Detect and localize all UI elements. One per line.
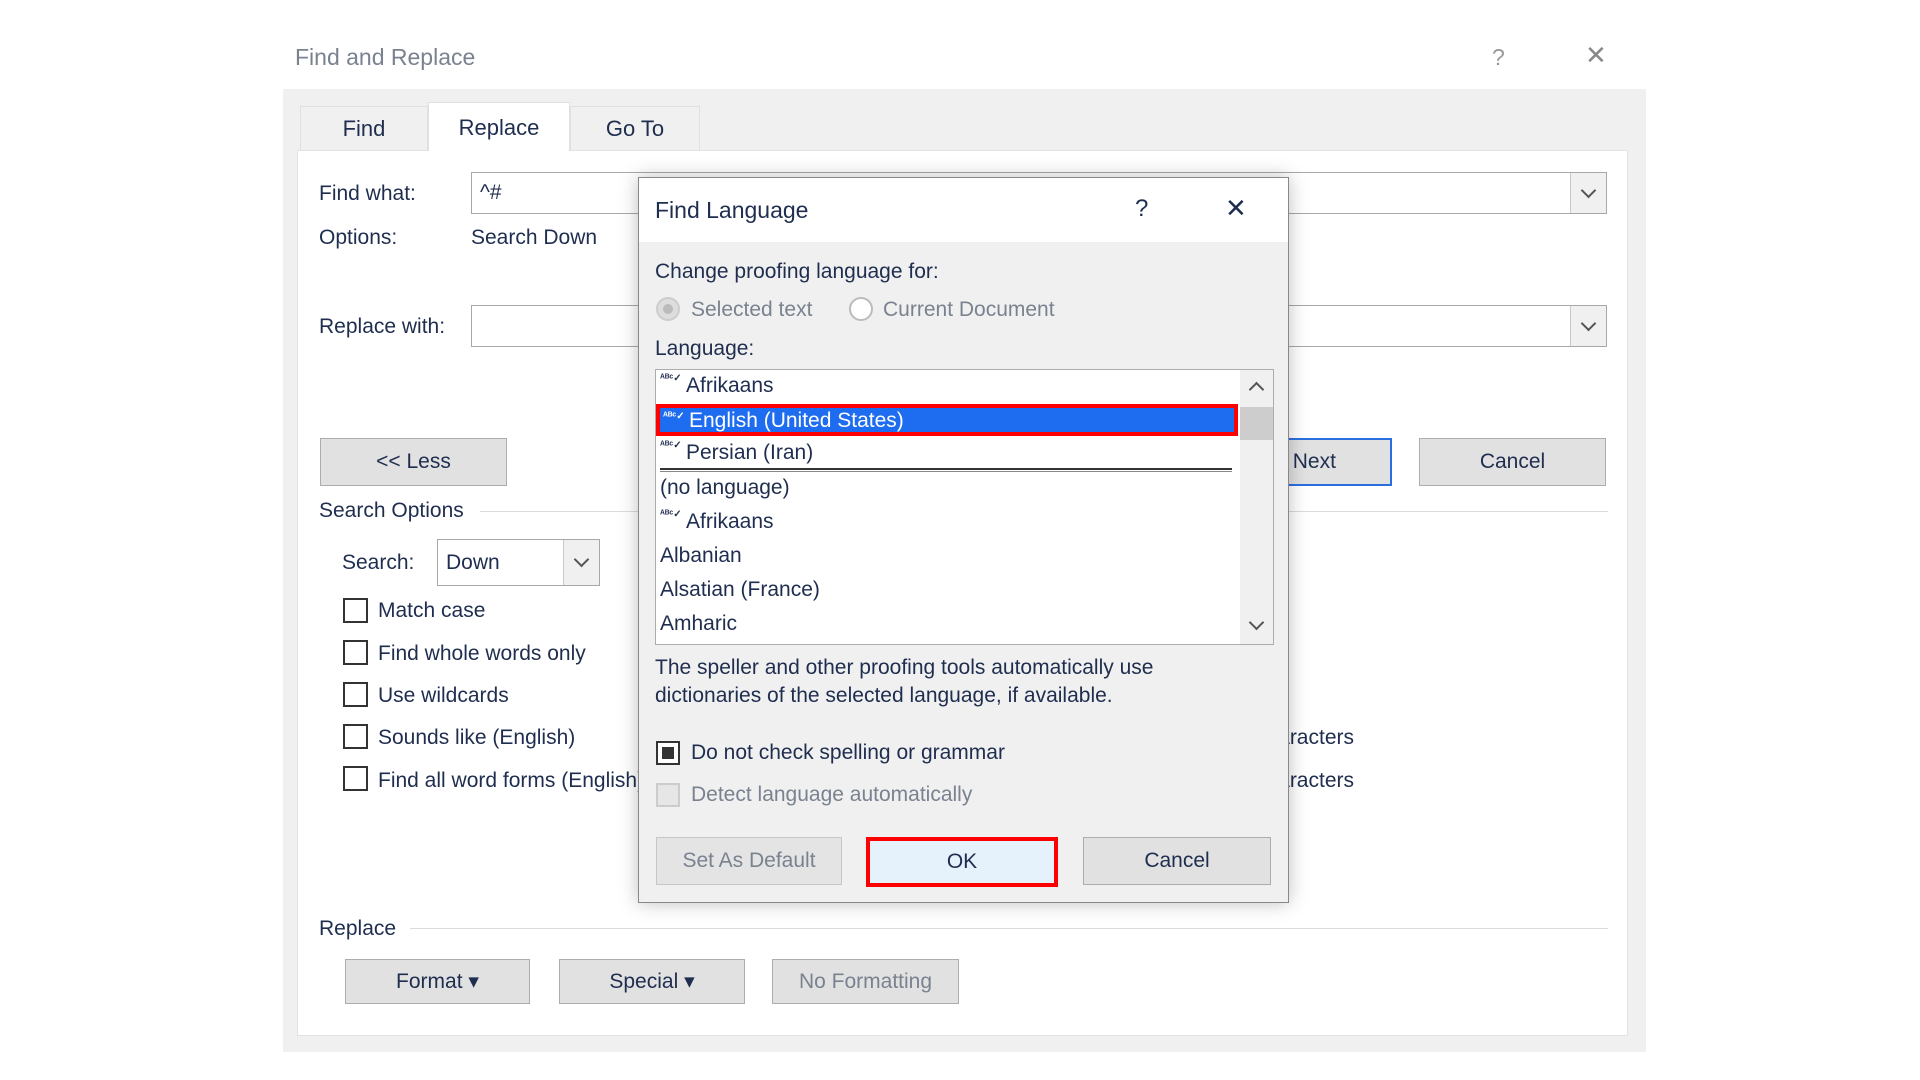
divider [410,928,1608,929]
language-label: Language: [655,337,755,360]
replace-section-title: Replace [319,917,397,940]
close-icon[interactable]: ✕ [1585,42,1607,68]
language-list[interactable]: ᴬᴮᶜ✓ Afrikaans ᴬᴮᶜ✓ English (United States… [655,369,1274,645]
language-name: English (United States) [689,409,904,432]
find-history-dropdown[interactable] [1570,173,1606,213]
word-forms-label: Find all word forms (English) [378,769,645,792]
whole-words-checkbox[interactable] [343,640,368,665]
scroll-down-icon[interactable] [1248,614,1265,631]
spellcheck-icon: ᴬᴮᶜ✓ [660,373,682,384]
description-line2: dictionaries of the selected language, i… [655,684,1113,707]
current-document-radio[interactable] [849,297,873,321]
find-what-value: ^# [480,181,502,204]
change-proofing-label: Change proofing language for: [655,260,939,283]
list-item-selected[interactable]: ᴬᴮᶜ✓ English (United States) [656,404,1238,436]
chevron-down-icon [1580,182,1597,198]
whole-words-label: Find whole words only [378,642,586,665]
chevron-down-icon [1580,315,1597,331]
format-button[interactable]: Format ▾ [345,959,530,1004]
sounds-like-checkbox[interactable] [343,724,368,749]
language-name: Persian (Iran) [686,441,814,464]
search-direction-value: Down [446,551,500,574]
less-button[interactable]: << Less [320,438,507,486]
language-name: Amharic [660,612,738,635]
help-button[interactable]: ? [1135,196,1148,222]
scroll-up-icon[interactable] [1248,381,1265,398]
list-item[interactable]: Amharic [660,608,1235,640]
no-formatting-button[interactable]: No Formatting [772,959,959,1004]
options-value: Search Down [471,226,598,249]
selected-text-radio[interactable] [656,297,680,321]
detect-language-checkbox[interactable] [656,783,680,807]
language-name: Albanian [660,544,742,567]
tab-go-to[interactable]: Go To [570,106,700,150]
dialog-title-bar: Find Language ? ✕ [639,178,1288,242]
replace-history-dropdown[interactable] [1570,306,1606,346]
scrollbar[interactable] [1240,370,1273,644]
close-icon[interactable]: ✕ [1225,195,1247,221]
spellcheck-icon: ᴬᴮᶜ✓ [660,440,682,451]
list-item[interactable]: Albanian [660,540,1235,572]
language-name: Afrikaans [686,374,774,397]
options-label: Options: [319,226,398,249]
list-item[interactable]: ᴬᴮᶜ✓ Afrikaans [660,506,1235,538]
wildcards-checkbox[interactable] [343,682,368,707]
tab-find[interactable]: Find [300,106,428,150]
window-title: Find and Replace [295,44,476,70]
special-button[interactable]: Special ▾ [559,959,745,1004]
set-as-default-button[interactable]: Set As Default [656,837,842,885]
cancel-button[interactable]: Cancel [1083,837,1271,885]
current-document-label: Current Document [883,298,1055,321]
match-case-label: Match case [378,599,486,622]
scroll-thumb[interactable] [1240,407,1273,440]
ok-button[interactable]: OK [866,837,1058,887]
cancel-button[interactable]: Cancel [1419,438,1606,486]
find-language-dialog: Find Language ? ✕ Change proofing langua… [638,177,1289,903]
spellcheck-icon: ᴬᴮᶜ✓ [663,411,685,422]
spellcheck-icon: ᴬᴮᶜ✓ [660,509,682,520]
search-label: Search: [342,551,415,574]
detect-language-label: Detect language automatically [691,783,973,806]
list-item[interactable]: Alsatian (France) [660,574,1235,606]
replace-with-label: Replace with: [319,315,446,338]
chevron-down-icon [573,551,590,568]
list-item[interactable]: (no language) [660,472,1235,504]
list-item[interactable]: ᴬᴮᶜ✓ Afrikaans [660,370,1235,402]
sounds-like-label: Sounds like (English) [378,726,576,749]
wildcards-label: Use wildcards [378,684,509,707]
tab-replace[interactable]: Replace [428,102,570,151]
word-forms-checkbox[interactable] [343,766,368,791]
no-check-checkbox[interactable] [656,741,680,765]
list-item[interactable]: ᴬᴮᶜ✓ Persian (Iran) [660,437,1235,469]
language-name: Alsatian (France) [660,578,820,601]
language-name: Afrikaans [686,510,774,533]
search-options-title: Search Options [319,499,464,522]
match-case-checkbox[interactable] [343,598,368,623]
search-direction-select[interactable]: Down [437,539,600,586]
help-button[interactable]: ? [1492,44,1505,70]
no-check-label: Do not check spelling or grammar [691,741,1005,764]
description-line1: The speller and other proofing tools aut… [655,656,1154,679]
search-direction-dropdown[interactable] [563,540,599,585]
find-what-label: Find what: [319,182,416,205]
dialog-title: Find Language [655,197,809,223]
language-name: (no language) [660,476,790,499]
selected-text-label: Selected text [691,298,813,321]
